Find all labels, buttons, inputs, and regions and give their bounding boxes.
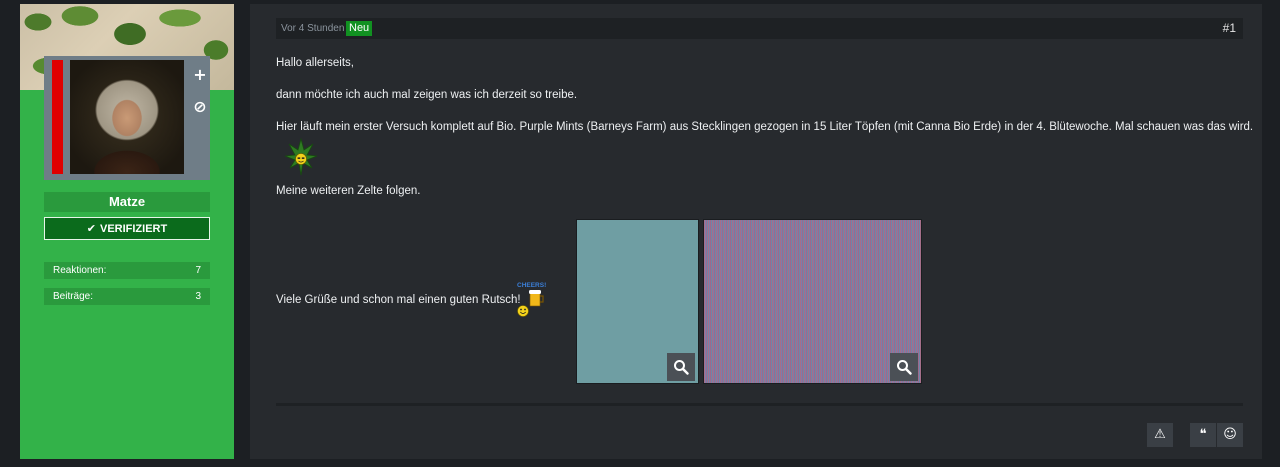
zoom-icon[interactable]: [890, 353, 918, 381]
new-badge: Neu: [346, 21, 373, 36]
report-warning-icon[interactable]: ⚠: [1147, 423, 1173, 447]
user-sidebar: + ⊘ Matze ✔ VERIFIZIERT Reaktionen: 7 Bei…: [20, 4, 234, 459]
post-text-line: Viele Grüße und schon mal einen guten Ru…: [276, 294, 521, 306]
react-smiley-icon[interactable]: ☺: [1217, 423, 1243, 447]
cheers-label: CHEERS!: [517, 282, 546, 289]
verified-label: VERIFIZIERT: [99, 223, 168, 235]
stat-label: Beiträge:: [53, 291, 94, 302]
attachment-thumbnail[interactable]: [576, 219, 699, 384]
cheers-smiley-icon: CHEERS!: [517, 282, 546, 317]
avatar[interactable]: [70, 60, 184, 174]
stat-label: Reaktionen:: [53, 265, 107, 276]
avatar-frame: + ⊘: [44, 56, 210, 180]
post: Vor 4 Stunden Neu #1 Hallo allerseits, d…: [250, 4, 1262, 459]
online-status-bar: [52, 60, 63, 174]
post-text-line: Meine weiteren Zelte folgen.: [276, 185, 421, 197]
username[interactable]: Matze: [44, 192, 210, 212]
verified-badge: ✔ VERIFIZIERT: [44, 217, 210, 240]
quote-icon[interactable]: ❝: [1190, 423, 1216, 447]
post-text-line: Hallo allerseits,: [276, 57, 354, 69]
stat-value: 3: [195, 291, 201, 302]
follow-plus-icon[interactable]: +: [190, 62, 210, 88]
post-timestamp[interactable]: Vor 4 Stunden: [281, 18, 344, 39]
cannabis-leaf-smiley-icon: [284, 138, 318, 176]
ignore-ban-icon[interactable]: ⊘: [190, 94, 210, 120]
stat-value: 7: [195, 265, 201, 276]
zoom-icon[interactable]: [667, 353, 695, 381]
post-text-line: Hier läuft mein erster Versuch komplett …: [276, 121, 1254, 133]
post-number-link[interactable]: #1: [1223, 18, 1236, 39]
check-icon: ✔: [86, 222, 96, 235]
stat-reactions: Reaktionen: 7: [44, 262, 210, 279]
post-header: Vor 4 Stunden Neu #1: [276, 18, 1243, 39]
post-divider: [276, 403, 1243, 406]
post-text-line: dann möchte ich auch mal zeigen was ich …: [276, 89, 578, 101]
stat-posts: Beiträge: 3: [44, 288, 210, 305]
attachment-thumbnail[interactable]: [703, 219, 922, 384]
